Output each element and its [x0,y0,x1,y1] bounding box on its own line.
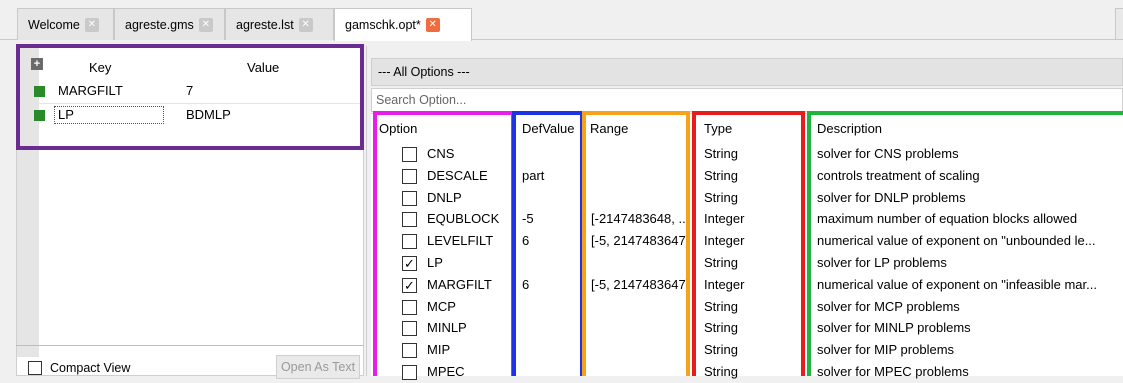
close-icon[interactable]: ✕ [84,17,99,32]
compact-view-checkbox[interactable] [28,361,42,375]
tab-label: agreste.lst [236,17,294,32]
open-as-text-button[interactable]: Open As Text [276,355,360,379]
tab-agreste-gms[interactable]: agreste.gms ✕ [114,8,225,40]
option-group-select[interactable]: --- All Options --- [371,58,1123,86]
highlight-box-red [692,111,805,376]
tab-label: gamschk.opt* [345,18,421,32]
tab-welcome[interactable]: Welcome ✕ [17,8,114,40]
highlight-box-purple [16,44,364,150]
compact-view-label: Compact View [50,361,131,375]
tab-label: agreste.gms [125,17,194,32]
splitter[interactable] [366,46,367,376]
tab-gamschk-opt[interactable]: gamschk.opt* ✕ [334,8,472,41]
highlight-box-orange [582,111,690,376]
highlight-box-blue [512,111,584,376]
close-icon[interactable]: ✕ [425,18,440,32]
highlight-box-magenta [373,111,515,376]
search-option-input[interactable]: Search Option... [371,88,1123,112]
highlight-box-green [807,111,1123,376]
tab-scroll-edge [1115,8,1123,40]
close-icon[interactable]: ✕ [298,17,313,32]
close-icon[interactable]: ✕ [198,17,213,32]
tab-agreste-lst[interactable]: agreste.lst ✕ [225,8,334,40]
tab-label: Welcome [28,17,80,32]
pane-divider [16,345,364,346]
